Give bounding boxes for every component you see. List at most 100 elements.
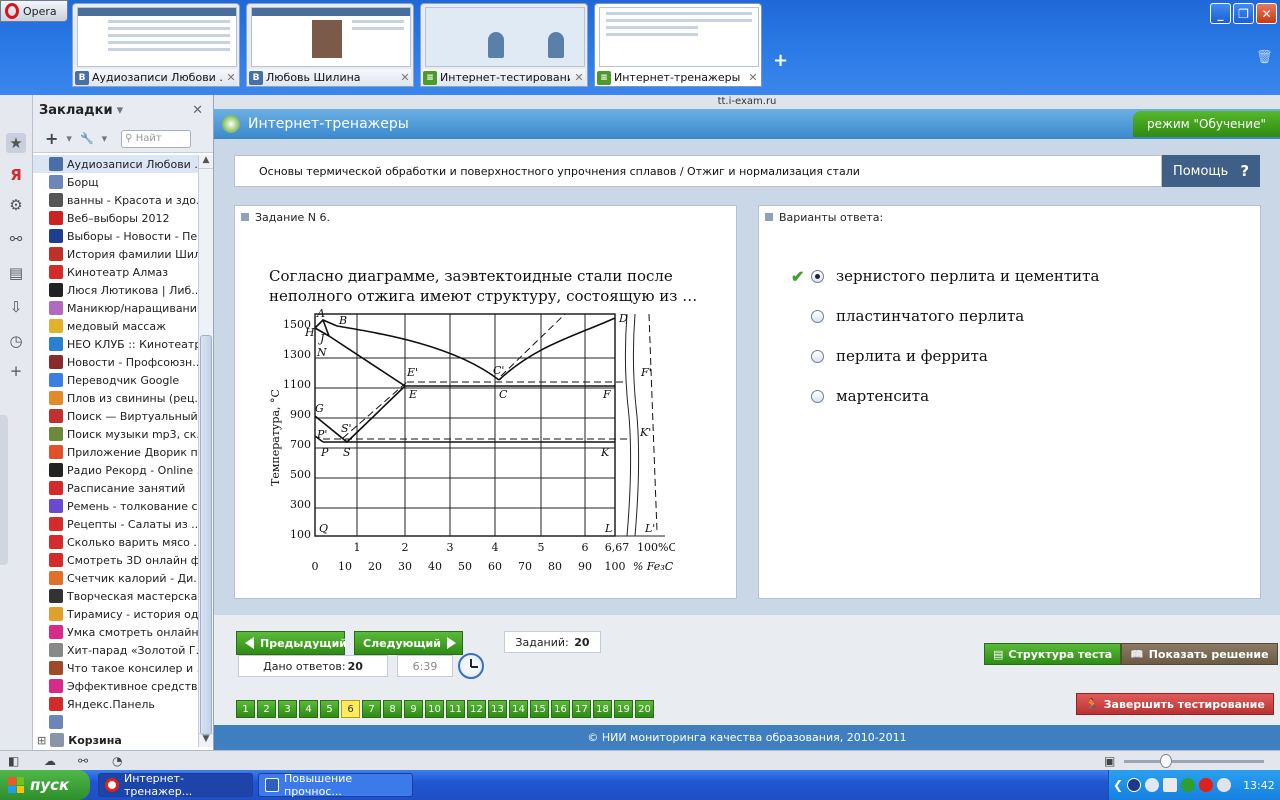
answer-option-4[interactable]: мартенсита [811,386,929,406]
next-button[interactable]: Следующий [354,631,463,655]
chevron-down-icon[interactable]: ▾ [117,103,124,118]
zoom-slider[interactable] [1124,760,1264,763]
bookmark-item[interactable]: Поиск — Виртуальный... [33,407,198,425]
scrollbar-thumb[interactable] [200,335,212,735]
bookmark-item[interactable]: Эффективное средств... [33,677,198,695]
bookmark-item[interactable]: Рецепты - Салаты из ... [33,515,198,533]
question-number-button[interactable]: 11 [446,700,465,718]
bookmark-item[interactable]: Что такое консилер и ... [33,659,198,677]
bluetooth-icon[interactable] [1127,778,1142,792]
question-number-button[interactable]: 1 [236,700,255,718]
bookmark-item[interactable]: НЕО КЛУБ :: Кинотеатр [33,335,198,353]
bookmark-item[interactable]: Счетчик калорий - Ди... [33,569,198,587]
add-bookmark-icon[interactable]: + [45,129,58,148]
question-number-button[interactable]: 5 [320,700,339,718]
bookmark-search-input[interactable]: ⚲ Найт [121,129,192,148]
bookmark-item[interactable]: Аудиозаписи Любови ... [33,155,198,173]
bookmark-item[interactable]: Маникюр/наращивани... [33,299,198,317]
gear-icon[interactable]: ⚙ [6,195,26,215]
bookmark-item[interactable]: Приложение Дворик п... [33,443,198,461]
close-tab-icon[interactable]: ✕ [573,71,585,84]
question-number-button[interactable]: 12 [467,700,486,718]
close-tab-icon[interactable]: ✕ [399,71,411,84]
question-number-button[interactable]: 6 [341,700,360,718]
answer-radio[interactable] [811,349,824,363]
bookmark-item[interactable]: Смотреть 3D онлайн ф... [33,551,198,569]
tab-profile[interactable]: В Любовь Шилина ✕ [246,3,414,87]
question-number-button[interactable]: 20 [635,700,654,718]
bookmarks-panel-icon[interactable]: ★ [6,133,26,153]
question-number-button[interactable]: 2 [257,700,276,718]
help-button[interactable]: Помощь ? [1162,155,1260,187]
maximize-button[interactable]: ❐ [1233,3,1254,24]
zoom-slider-knob[interactable] [1160,754,1172,768]
downloads-icon[interactable]: ⇩ [6,297,26,317]
answer-radio[interactable] [811,309,824,323]
taskbar-item-word[interactable]: Повышение прочнос... [258,772,413,798]
opera-menu-button[interactable]: Opera [0,0,68,22]
close-tab-icon[interactable]: ✕ [747,71,759,84]
new-tab-button[interactable]: + [773,50,788,71]
icq-icon[interactable] [1181,778,1196,792]
notes-icon[interactable]: ▤ [6,263,26,283]
volume-icon[interactable] [1145,778,1160,792]
question-number-button[interactable]: 14 [509,700,528,718]
minimize-button[interactable]: _ [1210,3,1231,24]
bookmark-item[interactable]: медовый массаж [33,317,198,335]
bookmark-item[interactable]: Радио Рекорд - Online ... [33,461,198,479]
question-number-button[interactable]: 13 [488,700,507,718]
bookmark-item[interactable]: Новости - Профсоюзн... [33,353,198,371]
share-icon[interactable]: ⚯ [6,229,26,249]
add-panel-icon[interactable]: + [6,361,26,381]
test-structure-button[interactable]: ▤ Структура теста [984,643,1122,665]
close-tab-icon[interactable]: ✕ [225,71,237,84]
yandex-panel-icon[interactable]: Я [6,165,26,185]
question-number-button[interactable]: 3 [278,700,297,718]
question-number-button[interactable]: 9 [404,700,423,718]
bookmark-item[interactable]: Поиск музыки mp3, ск... [33,425,198,443]
bookmark-item[interactable]: Ремень - толкование с... [33,497,198,515]
bookmark-item[interactable]: Борщ [33,173,198,191]
close-window-button[interactable]: ✕ [1256,3,1277,24]
close-icon[interactable]: ✕ [192,103,203,118]
bookmark-item[interactable] [33,713,198,731]
bookmark-item[interactable]: Расписание занятий [33,479,198,497]
bookmark-item[interactable]: ванны - Красота и здо... [33,191,198,209]
bookmark-item[interactable]: Кинотеатр Алмаз [33,263,198,281]
trash-icon[interactable]: 🗑 [1256,50,1273,65]
start-button[interactable]: пуск [0,770,90,800]
taskbar-item-opera[interactable]: Интернет-тренажер... [98,772,253,798]
bookmark-folder-trash[interactable]: ⊞ Корзина [33,731,198,747]
chevron-down-icon[interactable]: ▾ [66,132,72,145]
finish-test-button[interactable]: 🏃 Завершить тестирование [1076,693,1274,715]
cloud-icon[interactable]: ☁ [44,754,58,768]
sidebar-scrollbar[interactable]: ▲ ▼ [198,155,213,747]
view-icon[interactable]: ▣ [1104,754,1118,768]
tab-internet-trainers[interactable]: ≡ Интернет-тренажеры ✕ [594,3,762,87]
bookmark-item[interactable]: Люся Лютикова | Либ... [33,281,198,299]
expand-folder-icon[interactable]: ⊞ [37,734,46,747]
answer-option-3[interactable]: перлита и феррита [811,346,988,366]
power-icon[interactable] [1217,778,1232,792]
answer-option-2[interactable]: пластинчатого перлита [811,306,1024,326]
opera-tray-icon[interactable] [1199,778,1214,792]
question-number-button[interactable]: 10 [425,700,444,718]
previous-button[interactable]: Предыдущий [236,631,347,655]
question-number-button[interactable]: 16 [551,700,570,718]
question-number-button[interactable]: 19 [614,700,633,718]
bookmark-item[interactable]: Творческая мастерска... [33,587,198,605]
question-number-button[interactable]: 18 [593,700,612,718]
bookmark-item[interactable]: Хит-парад «Золотой Г... [33,641,198,659]
bookmark-item[interactable]: Сколько варить мясо ... [33,533,198,551]
answer-radio[interactable] [811,269,824,283]
question-number-button[interactable]: 4 [299,700,318,718]
question-number-button[interactable]: 17 [572,700,591,718]
bookmark-item[interactable]: Выборы - Новости - Пе... [33,227,198,245]
bookmark-item[interactable]: Тирамису - история од... [33,605,198,623]
bookmark-item[interactable]: Переводчик Google [33,371,198,389]
network-signal-icon[interactable] [1163,778,1178,792]
bookmark-item[interactable]: Плов из свинины (рец... [33,389,198,407]
chevron-down-icon[interactable]: ▾ [102,132,108,145]
bookmark-item[interactable]: История фамилии Шил... [33,245,198,263]
unite-icon[interactable]: ⚯ [78,754,92,768]
